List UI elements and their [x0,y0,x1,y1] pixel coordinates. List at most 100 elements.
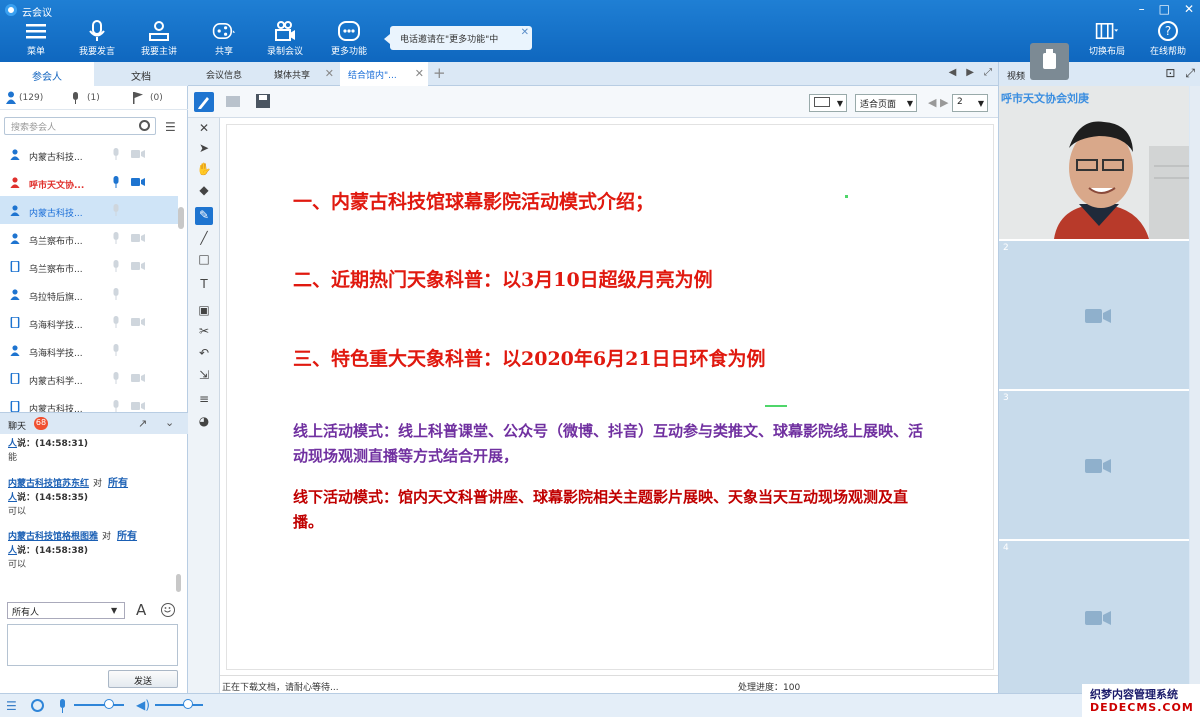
mic-icon[interactable] [112,344,120,356]
mic-icon[interactable] [112,400,120,412]
next-tab-icon[interactable]: ▶ [966,67,974,78]
prev-page-icon[interactable]: ◀ [928,96,936,109]
close-tip-button[interactable]: ✕ [521,27,529,38]
close-tools-icon[interactable]: ✕ [196,120,212,136]
more-functions-button[interactable]: 更多功能 [328,20,370,60]
export-icon[interactable]: ⇲ [196,367,212,383]
pointer-icon[interactable]: ➤ [196,140,212,156]
video-tile-4[interactable]: 4 [999,539,1189,693]
camera-icon[interactable] [131,177,145,187]
participant-row[interactable]: 呼市天文协... [0,168,178,196]
participant-row[interactable]: 内蒙古科技... [0,140,178,168]
image-icon[interactable]: ▣ [196,302,212,318]
participant-row[interactable]: 乌兰察布市... [0,224,178,252]
menu-button[interactable]: 菜单 [18,20,54,60]
mic-icon[interactable] [112,204,120,216]
zoom-icon[interactable]: ⊡ [1165,66,1175,81]
expand-icon[interactable]: ⤢ [984,67,992,78]
search-icon[interactable] [139,120,150,131]
pen-icon[interactable]: ✎ [195,207,213,225]
camera-icon[interactable] [131,149,145,159]
flag-icon[interactable] [133,92,143,104]
font-icon[interactable]: A [136,601,146,619]
chevron-down-icon[interactable]: ⌄ [165,416,174,429]
folder-icon[interactable] [226,96,240,107]
camera-icon[interactable] [131,373,145,383]
chat-input[interactable] [7,624,178,666]
speaker-volume-knob[interactable] [183,699,193,709]
close-tab-icon[interactable]: ✕ [415,67,424,80]
camera-icon[interactable] [131,317,145,327]
video-tile-speaker[interactable]: 呼市天文协会刘庚 [999,86,1189,239]
network-icon[interactable] [31,699,44,712]
speak-button[interactable]: 我要发言 [76,20,118,60]
tab-documents[interactable]: 文档 [94,62,188,86]
sender-link[interactable]: 内蒙古科技馆格根图雅 [8,532,98,542]
scissors-icon[interactable]: ✂ [196,323,212,339]
speaker-volume-slider[interactable] [155,704,203,706]
save-icon[interactable] [256,94,270,108]
recipient-link[interactable]: 所有 [108,478,128,489]
eraser-icon[interactable]: ◆ [196,182,212,198]
mic-icon[interactable] [112,232,120,244]
help-button[interactable]: ? 在线帮助 [1146,20,1190,60]
menu-lines-icon[interactable]: ≡ [196,391,212,407]
video-tile-3[interactable]: 3 [999,389,1189,539]
participant-scrollbar[interactable] [178,207,184,229]
close-window-button[interactable]: ✕ [1184,2,1194,16]
speaker-icon[interactable]: ◀) [136,698,150,712]
share-button[interactable]: 共享 [206,20,242,60]
camera-icon[interactable] [131,233,145,243]
rectangle-icon[interactable]: □ [196,251,212,267]
microphone-icon[interactable] [58,699,67,713]
list-icon[interactable]: ☰ [6,699,17,713]
palette-icon[interactable]: ◕ [196,413,212,429]
tab-participants[interactable]: 参会人 [0,62,94,86]
mic-icon[interactable] [112,372,120,384]
camera-icon[interactable] [131,261,145,271]
person-icon[interactable] [6,91,16,104]
hand-icon[interactable]: ✋ [196,161,212,177]
undo-icon[interactable]: ↶ [196,345,212,361]
send-button[interactable]: 发送 [108,670,178,688]
drag-handle-icon[interactable] [1030,43,1069,80]
add-tab-icon[interactable]: + [433,64,446,82]
minimize-button[interactable]: – [1139,2,1145,16]
expand-icon[interactable]: ⤢ [1185,66,1195,81]
chevron-down-icon[interactable]: ▼ [111,606,117,615]
color-select[interactable]: ▼ [809,94,847,112]
document-page[interactable]: 一、内蒙古科技馆球幕影院活动模式介绍； 二、近期热门天象科普：以3月10日超级月… [226,124,994,670]
mic-filter-icon[interactable] [72,92,79,104]
emoji-icon[interactable] [161,603,175,617]
sender-link[interactable]: 内蒙古科技馆苏东红 [8,479,89,489]
zoom-select[interactable]: 适合页面 ▼ [855,94,917,112]
mic-icon[interactable] [112,288,120,300]
participant-row[interactable]: 乌海科学技... [0,308,178,336]
video-scrollbar[interactable] [1190,86,1200,693]
chat-scrollbar[interactable] [176,574,181,592]
tab-document[interactable]: 结合馆内"... ✕ [340,62,428,86]
recipient-link[interactable]: 所有 [117,531,137,542]
recipient-link-cont[interactable]: 人 [8,546,17,556]
close-tab-icon[interactable]: ✕ [325,67,334,80]
mic-icon[interactable] [112,176,120,188]
record-button[interactable]: 录制会议 [264,20,306,60]
text-icon[interactable]: T [196,276,212,292]
prev-tab-icon[interactable]: ◀ [949,67,957,78]
tab-media-share[interactable]: 媒体共享 ✕ [258,62,338,86]
participant-row[interactable]: 乌海科学技... [0,336,178,364]
annotate-icon[interactable] [194,92,214,112]
mic-icon[interactable] [112,316,120,328]
mic-icon[interactable] [112,260,120,272]
host-button[interactable]: 我要主讲 [138,20,180,60]
tab-meeting-info[interactable]: 会议信息 [192,62,256,86]
participant-row[interactable]: 内蒙古科学... [0,364,178,392]
participant-row[interactable]: 乌拉特后旗... [0,280,178,308]
video-tile-2[interactable]: 2 [999,239,1189,389]
next-page-icon[interactable]: ▶ [940,96,948,109]
recipient-link-cont[interactable]: 人 [8,439,17,449]
line-icon[interactable]: ╱ [196,230,212,246]
mic-icon[interactable] [112,148,120,160]
mic-volume-knob[interactable] [104,699,114,709]
switch-layout-button[interactable]: 切换布局 [1086,20,1128,60]
